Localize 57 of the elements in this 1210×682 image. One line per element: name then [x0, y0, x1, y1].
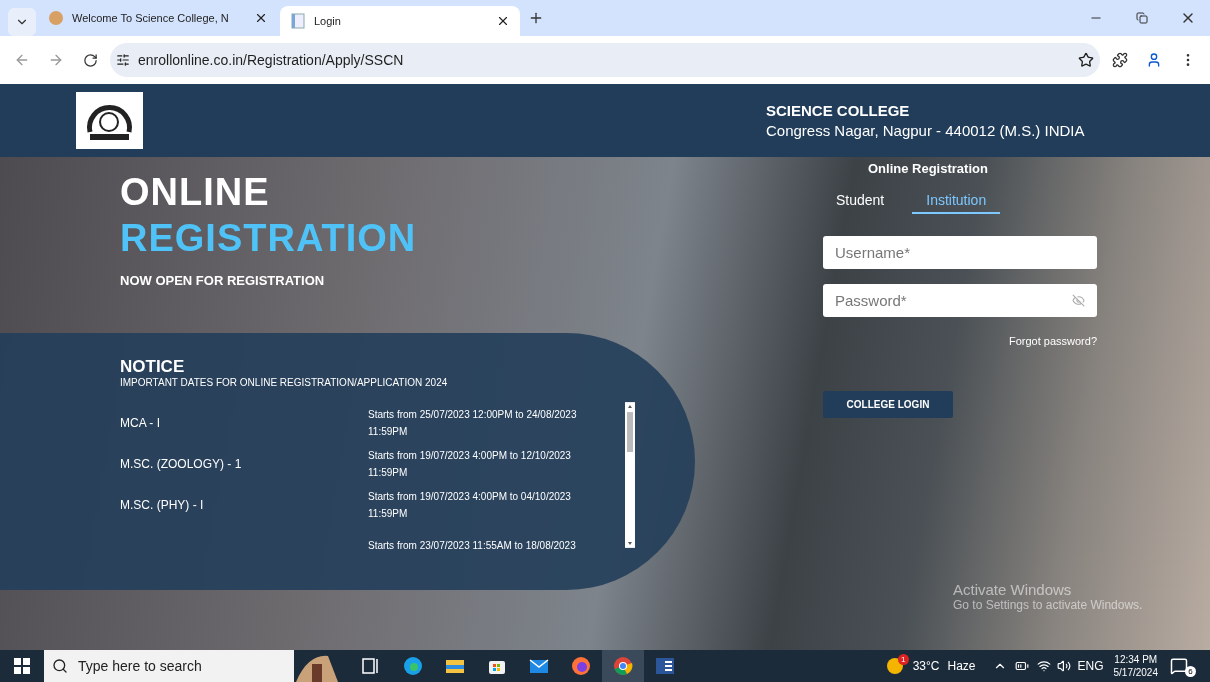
close-icon[interactable]	[496, 14, 510, 28]
notice-heading: NOTICE	[120, 357, 186, 377]
forward-arrow-icon[interactable]	[48, 52, 64, 68]
registration-dates: Starts from 19/07/2023 4:00PM to 04/10/2023 11:59PM	[368, 489, 572, 521]
scrollbar[interactable]	[625, 402, 635, 548]
site-settings-icon[interactable]	[116, 53, 130, 67]
college-crest-logo	[76, 92, 143, 149]
college-name: SCIENCE COLLEGE	[766, 102, 911, 119]
hero-title: REGISTRATION	[120, 216, 418, 261]
username-field[interactable]: Username*	[823, 236, 1097, 269]
word-icon	[654, 655, 676, 677]
registration-dates: Starts from 23/07/2023 11:55AM to 18/08/2023	[368, 539, 577, 552]
close-icon[interactable]	[254, 11, 268, 25]
course-name: M.SC. (PHY) - I	[120, 497, 205, 512]
language-indicator[interactable]: ENG	[1077, 659, 1104, 673]
course-name: MCA - I	[120, 415, 161, 430]
page-icon	[290, 13, 306, 29]
form-heading: Online Registration	[868, 161, 988, 176]
activation-subtitle: Go to Settings to activate Windows.	[953, 598, 1144, 612]
taskbar-clock[interactable]: 12:34 PM 5/17/2024	[1113, 653, 1158, 679]
reload-icon[interactable]	[82, 52, 98, 68]
registration-dates: Starts from 25/07/2023 12:00PM to 24/08/2023 11:59PM	[368, 407, 578, 439]
notice-subheading: IMPORTANT DATES FOR ONLINE REGISTRATION/APPLICATION 2024	[120, 377, 449, 388]
browser-tab[interactable]: Welcome To Science College, N	[38, 4, 278, 32]
temperature: 33°C	[912, 659, 940, 673]
account-type-tab[interactable]: Institution	[912, 190, 1001, 214]
hero-subtitle: NOW OPEN FOR REGISTRATION	[120, 273, 326, 288]
account-type-tab[interactable]: Student	[836, 190, 899, 214]
forgot-password-link[interactable]: Forgot password?	[823, 335, 1097, 347]
hero-title: ONLINE	[120, 170, 271, 215]
search-icon	[52, 658, 68, 674]
edge-icon	[402, 655, 424, 677]
weather-sun-icon	[884, 657, 905, 675]
taskbar-search-field[interactable]: Type here to search	[44, 650, 294, 682]
activation-title: Activate Windows	[953, 581, 1073, 598]
college-address: Congress Nagar, Nagpur - 440012 (M.S.) INDIA	[766, 122, 1086, 139]
puzzle-piece-icon[interactable]	[1112, 52, 1128, 68]
college-login-button[interactable]: COLLEGE LOGIN	[823, 391, 953, 418]
speaker-icon[interactable]	[1057, 659, 1072, 673]
bookmark-star-icon[interactable]	[1078, 52, 1094, 68]
windows-logo-icon	[14, 658, 30, 674]
chrome-icon	[612, 655, 634, 677]
notification-button[interactable]: 6	[1170, 653, 1196, 679]
battery-icon[interactable]	[1015, 659, 1030, 673]
weather-badge: 1	[897, 654, 909, 665]
firefox-icon	[570, 655, 592, 677]
restore-icon[interactable]	[1136, 12, 1148, 24]
wifi-icon[interactable]	[1037, 659, 1052, 673]
user-avatar-icon[interactable]	[1146, 52, 1162, 68]
password-field[interactable]: Password*	[823, 284, 1097, 317]
registration-dates: Starts from 19/07/2023 4:00PM to 12/10/2023 11:59PM	[368, 448, 572, 480]
crest-icon	[48, 10, 64, 26]
course-name: M.SC. (ZOOLOGY) - 1	[120, 456, 243, 471]
weather-condition: Haze	[947, 659, 976, 673]
browser-tab[interactable]: Login	[280, 6, 520, 36]
address-bar[interactable]: enrollonline.co.in/Registration/Apply/SSCN	[110, 43, 1100, 77]
new-tab-plus-icon[interactable]	[528, 10, 544, 26]
